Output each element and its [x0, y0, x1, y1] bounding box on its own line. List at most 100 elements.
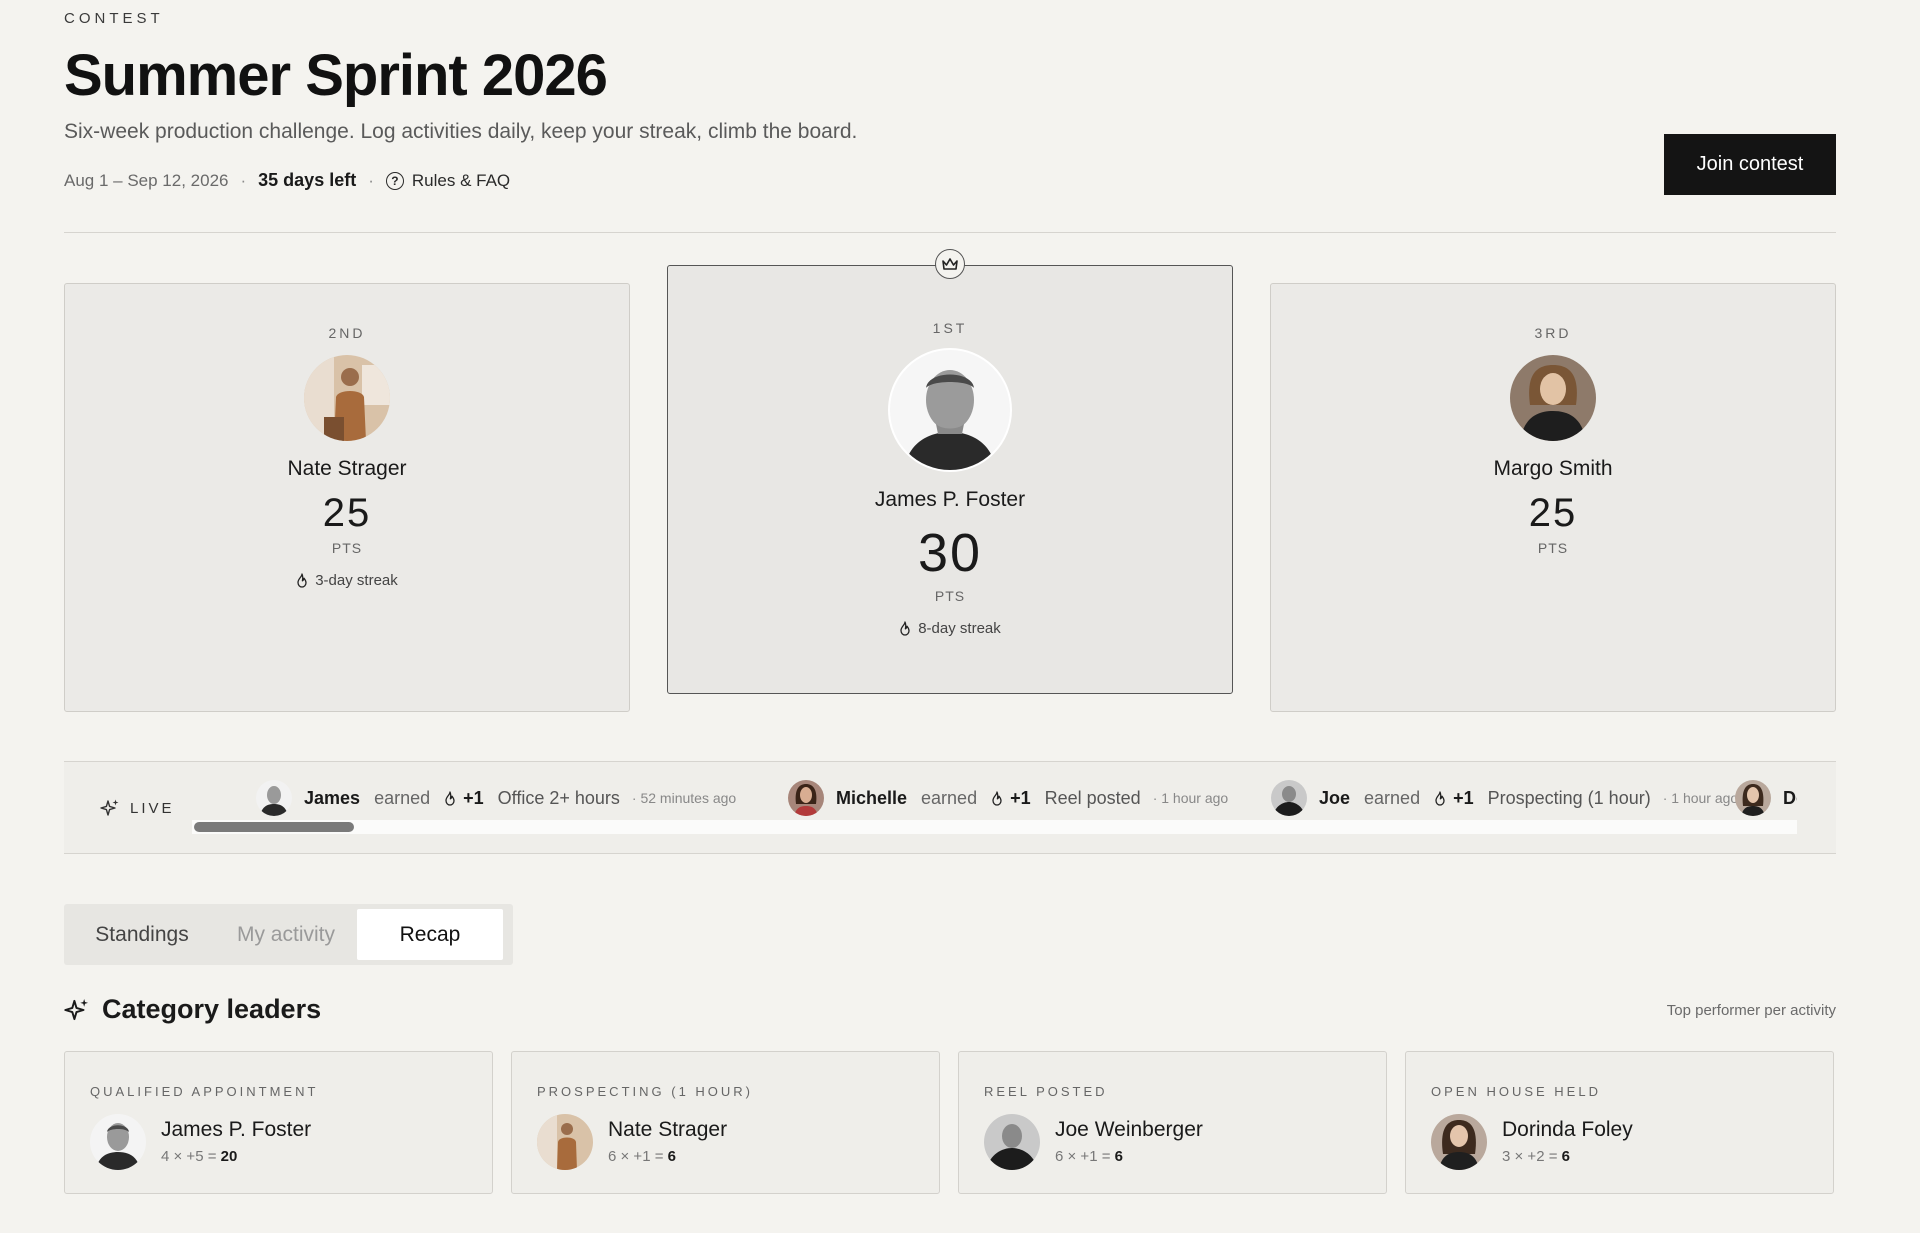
podium-pts-label: PTS [331, 540, 363, 556]
podium-card-third[interactable]: 3RD Margo Smith 25 PTS [1270, 283, 1836, 712]
contest-page: CONTEST Summer Sprint 2026 Six-week prod… [64, 0, 1836, 1233]
feed-verb: earned [374, 787, 431, 808]
feed-verb: earned [921, 787, 978, 808]
live-label-text: LIVE [130, 799, 175, 817]
avatar [304, 355, 390, 441]
podium-card-first[interactable]: 1ST James P. Foster 30 PTS 8-day streak [667, 249, 1233, 694]
calc-formula: 6 × +1 = [1055, 1148, 1111, 1165]
feed-activity: Reel posted [1044, 787, 1141, 808]
feed-item[interactable]: Michelle earned +1 Reel posted · 1 hour … [788, 778, 1228, 818]
crown-icon [935, 249, 965, 279]
feed-time: · 1 hour ago [1662, 790, 1739, 806]
feed-user: Michelle [836, 787, 908, 808]
days-left: 35 days left [258, 170, 357, 190]
category-leader-name: Dorinda Foley [1502, 1118, 1633, 1141]
category-label: OPEN HOUSE HELD [1431, 1084, 1601, 1099]
avatar [256, 780, 292, 816]
flame-icon [296, 573, 308, 588]
avatar [537, 1114, 593, 1170]
contest-meta: Aug 1 – Sep 12, 2026 · 35 days left · ? … [64, 170, 510, 191]
section-note: Top performer per activity [1666, 1002, 1836, 1019]
meta-separator: · [240, 170, 247, 190]
category-card[interactable]: REEL POSTED Joe Weinberger 6 × +1 = 6 [958, 1051, 1387, 1194]
tab-bar: Standings My activity Recap [64, 904, 513, 965]
category-calc: 6 × +1 = 6 [1055, 1148, 1123, 1165]
feed-user: Dori [1783, 787, 1797, 808]
podium-points: 25 [322, 491, 372, 535]
sparkle-icon [100, 799, 119, 816]
calc-total: 6 [667, 1148, 676, 1165]
tab-my-activity[interactable]: My activity [215, 909, 357, 960]
rules-faq-link[interactable]: ? Rules & FAQ [385, 170, 511, 191]
category-card[interactable]: PROSPECTING (1 HOUR) Nate Strager 6 × +1… [511, 1051, 940, 1194]
calc-formula: 4 × +5 = [161, 1148, 217, 1165]
feed-activity: Office 2+ hours [497, 787, 620, 808]
live-label: LIVE [100, 798, 175, 818]
tab-standings[interactable]: Standings [69, 909, 215, 960]
category-calc: 4 × +5 = 20 [161, 1148, 237, 1165]
calc-total: 6 [1114, 1148, 1123, 1165]
feed-scrollbar[interactable] [192, 820, 1797, 834]
category-leader-name: Joe Weinberger [1055, 1118, 1203, 1141]
feed-gain-value: +1 [1010, 787, 1031, 808]
podium-name: Margo Smith [1493, 457, 1613, 480]
category-calc: 3 × +2 = 6 [1502, 1148, 1570, 1165]
tab-recap[interactable]: Recap [357, 909, 503, 960]
page-subtitle: Six-week production challenge. Log activ… [64, 120, 858, 143]
podium-rank: 3RD [1534, 325, 1572, 341]
feed-gain-value: +1 [463, 787, 484, 808]
feed-item[interactable]: Joe earned +1 Prospecting (1 hour) · 1 h… [1271, 778, 1738, 818]
category-label: REEL POSTED [984, 1084, 1108, 1099]
calc-total: 20 [220, 1148, 238, 1165]
podium-pts-label: PTS [1537, 540, 1569, 556]
live-ticker: LIVE James earned +1 Office 2+ hours · 5… [64, 761, 1836, 854]
page-title: Summer Sprint 2026 [64, 43, 608, 108]
calc-formula: 6 × +1 = [608, 1148, 664, 1165]
flame-icon [991, 791, 1003, 806]
podium-points: 30 [917, 523, 983, 583]
avatar [90, 1114, 146, 1170]
feed-activity: Prospecting (1 hour) [1487, 787, 1651, 808]
contest-dates: Aug 1 – Sep 12, 2026 [64, 170, 229, 190]
podium-points: 25 [1528, 491, 1578, 535]
category-calc: 6 × +1 = 6 [608, 1148, 676, 1165]
meta-separator: · [368, 170, 374, 190]
podium-card-second[interactable]: 2ND Nate Strager 25 PTS 3-day streak [64, 283, 630, 712]
feed-scrollbar-thumb[interactable] [194, 822, 354, 832]
section-title-text: Category leaders [102, 994, 322, 1024]
feed-user: Joe [1319, 787, 1351, 808]
podium-streak: 8-day streak [668, 620, 1232, 637]
podium-name: Nate Strager [287, 457, 407, 480]
page-eyebrow: CONTEST [64, 10, 164, 27]
live-feed[interactable]: James earned +1 Office 2+ hours · 52 min… [192, 778, 1797, 822]
streak-label: 3-day streak [315, 572, 398, 589]
podium-rank: 2ND [328, 325, 366, 341]
category-label: PROSPECTING (1 HOUR) [537, 1084, 754, 1099]
avatar [1735, 780, 1771, 816]
feed-user: James [304, 787, 361, 808]
podium-pts-label: PTS [934, 588, 966, 604]
header-divider [64, 232, 1836, 233]
join-contest-button[interactable]: Join contest [1664, 134, 1836, 195]
flame-icon [1434, 791, 1446, 806]
streak-label: 8-day streak [918, 620, 1001, 637]
rules-faq-label: Rules & FAQ [411, 170, 511, 190]
feed-gain: +1 [991, 788, 1031, 809]
flame-icon [444, 791, 456, 806]
sparkle-icon [64, 998, 89, 1020]
avatar [1271, 780, 1307, 816]
category-leader-name: James P. Foster [161, 1118, 312, 1141]
category-leader-name: Nate Strager [608, 1118, 728, 1141]
calc-formula: 3 × +2 = [1502, 1148, 1558, 1165]
category-label: QUALIFIED APPOINTMENT [90, 1084, 319, 1099]
feed-item[interactable]: James earned +1 Office 2+ hours · 52 min… [256, 778, 736, 818]
avatar [888, 348, 1012, 472]
feed-item[interactable]: Dori [1735, 778, 1797, 818]
flame-icon [899, 621, 911, 636]
category-card[interactable]: OPEN HOUSE HELD Dorinda Foley 3 × +2 = 6 [1405, 1051, 1834, 1194]
category-card[interactable]: QUALIFIED APPOINTMENT James P. Foster 4 … [64, 1051, 493, 1194]
podium-name: James P. Foster [874, 488, 1026, 511]
feed-gain: +1 [1434, 788, 1474, 809]
feed-verb: earned [1364, 787, 1421, 808]
podium-streak: 3-day streak [65, 572, 629, 589]
